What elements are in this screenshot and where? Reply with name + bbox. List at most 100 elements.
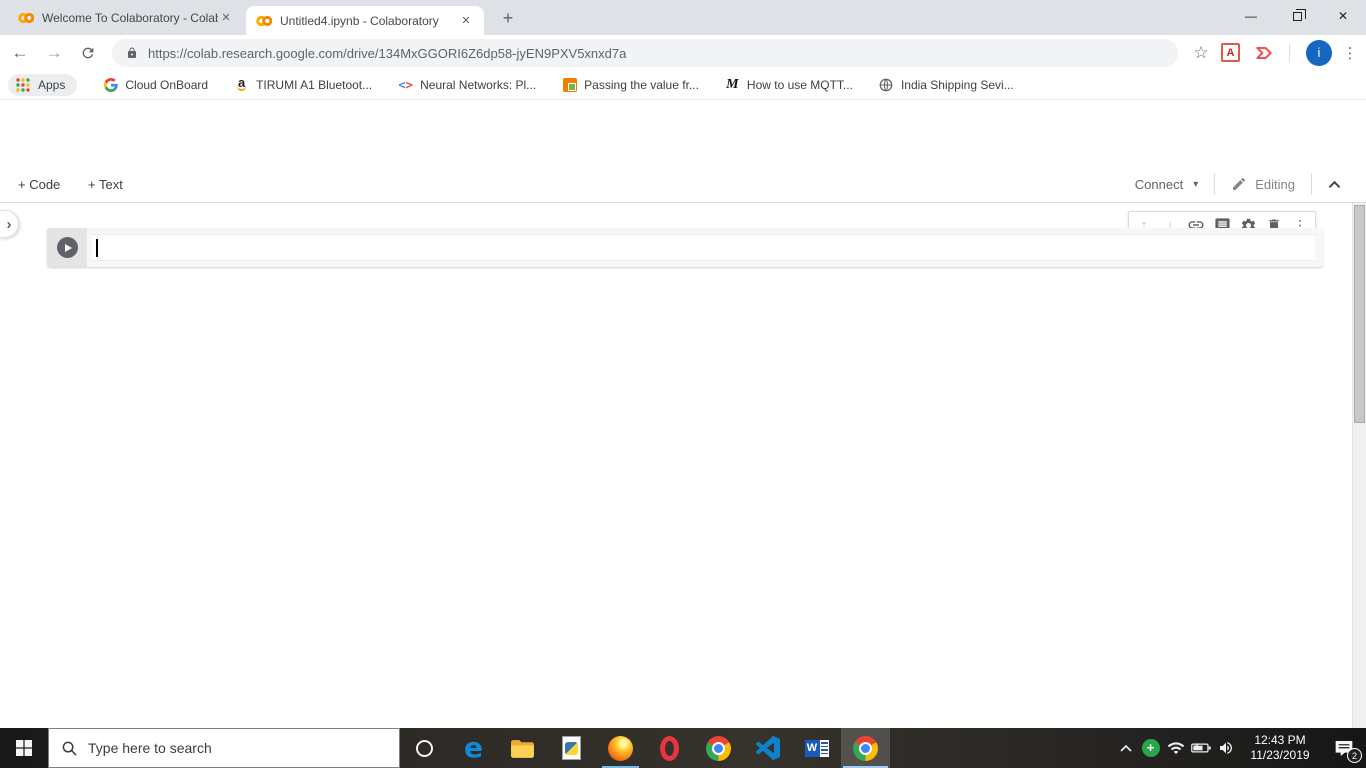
window-minimize-button[interactable]: —: [1228, 0, 1274, 32]
bookmark-label: India Shipping Sevi...: [900, 77, 1014, 92]
code-editor[interactable]: [92, 234, 1315, 261]
wifi-icon: [1167, 742, 1184, 754]
divider: [1214, 173, 1216, 195]
chevron-down-icon: ▾: [1193, 178, 1199, 190]
clock-date: 11/23/2019: [1250, 748, 1310, 762]
screen: Welcome To Colaboratory - Colab ✕ Untitl…: [0, 0, 1366, 768]
bookmark-star-icon[interactable]: ☆: [1188, 43, 1214, 63]
apps-label: Apps: [38, 77, 66, 92]
tray-volume[interactable]: [1213, 728, 1238, 768]
add-code-button[interactable]: + Code: [18, 165, 60, 203]
notification-badge: 2: [1347, 748, 1362, 763]
window-restore-button[interactable]: [1274, 0, 1320, 32]
colab-toolbar: + Code + Text Connect ▾ Editing: [0, 165, 1366, 203]
divider: [1311, 173, 1312, 195]
run-cell-button[interactable]: [56, 237, 78, 258]
browser-menu-icon[interactable]: ⋮: [1340, 44, 1360, 62]
clock-time: 12:43 PM: [1254, 733, 1306, 747]
connect-button[interactable]: Connect ▾: [1135, 177, 1198, 192]
browser-tab-untitled4[interactable]: Untitled4.ipynb - Colaboratory ✕: [246, 6, 484, 35]
bookmark-label: Neural Networks: Pl...: [420, 77, 537, 92]
play-icon: [64, 243, 72, 252]
taskbar-clock[interactable]: 12:43 PM 11/23/2019: [1242, 733, 1318, 763]
url-text: https://colab.research.google.com/drive/…: [148, 45, 627, 61]
forward-button[interactable]: →: [40, 39, 68, 67]
add-code-label: + Code: [18, 176, 61, 192]
apps-shortcut[interactable]: Apps: [8, 73, 78, 96]
browser-profile-avatar[interactable]: i: [1306, 39, 1332, 66]
bookmark-tirumi[interactable]: a TIRUMI A1 Bluetoot...: [234, 75, 372, 92]
tray-wifi[interactable]: [1163, 728, 1188, 768]
taskbar-search[interactable]: [48, 728, 400, 768]
taskbar-opera[interactable]: [645, 728, 694, 768]
connect-label: Connect: [1134, 176, 1184, 192]
omnibox[interactable]: https://colab.research.google.com/drive/…: [112, 39, 1178, 67]
taskbar-firefox[interactable]: [596, 728, 645, 768]
taskbar-file-explorer[interactable]: [498, 728, 547, 768]
search-icon: [62, 741, 77, 756]
notebook-content: › ↑ ↓ ⋮: [0, 203, 1366, 728]
colab-favicon-icon: [18, 12, 34, 24]
taskbar-word[interactable]: W: [792, 728, 841, 768]
edge-icon: e: [464, 731, 483, 764]
search-input[interactable]: [88, 740, 348, 756]
bookmark-mqtt[interactable]: M How to use MQTT...: [725, 77, 853, 92]
bookmark-label: How to use MQTT...: [746, 77, 853, 92]
taskbar-edge[interactable]: e: [449, 728, 498, 768]
bookmark-cloud-onboard[interactable]: Cloud OnBoard: [103, 77, 208, 92]
word-icon: W: [804, 739, 829, 757]
action-center-button[interactable]: 2: [1322, 728, 1366, 768]
scrollbar-track[interactable]: [1352, 203, 1366, 728]
taskbar-chrome-active[interactable]: [841, 728, 890, 768]
bookmark-passing-value[interactable]: Passing the value fr...: [562, 77, 699, 92]
start-button[interactable]: [0, 728, 48, 768]
battery-icon: [1190, 743, 1211, 753]
browser-tab-bar: Welcome To Colaboratory - Colab ✕ Untitl…: [0, 0, 1366, 35]
browser-tab-welcome[interactable]: Welcome To Colaboratory - Colab ✕: [10, 4, 242, 32]
opera-icon: [660, 735, 679, 761]
bookmark-label: Passing the value fr...: [584, 77, 699, 92]
editing-mode-button[interactable]: Editing: [1231, 176, 1295, 192]
cortana-icon: [416, 739, 433, 757]
cell-gutter: [47, 228, 87, 267]
tab-title: Untitled4.ipynb - Colaboratory: [280, 13, 439, 28]
download-extension-icon[interactable]: [1254, 43, 1274, 63]
add-text-button[interactable]: + Text: [88, 165, 123, 203]
collapse-header-button[interactable]: [1328, 180, 1352, 189]
system-tray: + 12:43 PM 11/23/2019 2: [1113, 728, 1366, 768]
windows-logo-icon: [16, 740, 32, 756]
medium-icon: M: [726, 76, 739, 92]
amazon-icon: a: [236, 75, 247, 91]
refresh-button[interactable]: [74, 39, 102, 67]
tab-close-icon[interactable]: ✕: [458, 13, 474, 29]
cortana-button[interactable]: [400, 728, 449, 768]
bookmarks-bar: Apps Cloud OnBoard a TIRUMI A1 Bluetoot.…: [0, 70, 1366, 100]
window-controls: — ✕: [1228, 0, 1366, 32]
tray-antivirus[interactable]: +: [1138, 728, 1163, 768]
tray-expand-button[interactable]: [1113, 728, 1138, 768]
bookmark-india-shipping[interactable]: India Shipping Sevi...: [879, 77, 1014, 92]
globe-icon: [879, 77, 894, 92]
taskbar-chrome[interactable]: [694, 728, 743, 768]
pencil-icon: [1233, 177, 1246, 190]
tray-battery[interactable]: [1188, 728, 1213, 768]
browser-address-bar: ← → https://colab.research.google.com/dr…: [0, 35, 1366, 70]
folder-icon: [511, 739, 534, 758]
pdf-extension-icon[interactable]: A: [1221, 43, 1240, 62]
back-button[interactable]: ←: [6, 39, 34, 67]
refresh-icon: [82, 47, 94, 58]
tab-close-icon[interactable]: ✕: [218, 10, 234, 26]
divider: [1289, 43, 1290, 62]
lock-icon: [128, 47, 136, 58]
code-cell[interactable]: [47, 228, 1323, 267]
scrollbar-thumb[interactable]: [1354, 205, 1365, 423]
sidebar-expander-button[interactable]: ›: [0, 210, 19, 238]
new-tab-button[interactable]: +: [495, 6, 521, 30]
site-thumbnail-icon: [562, 77, 577, 92]
windows-taskbar: e W +: [0, 728, 1366, 768]
window-close-button[interactable]: ✕: [1320, 0, 1366, 32]
bookmark-neural-networks[interactable]: < > Neural Networks: Pl...: [398, 77, 536, 92]
taskbar-python-file[interactable]: [547, 728, 596, 768]
taskbar-vscode[interactable]: [743, 728, 792, 768]
add-text-label: + Text: [88, 176, 123, 192]
